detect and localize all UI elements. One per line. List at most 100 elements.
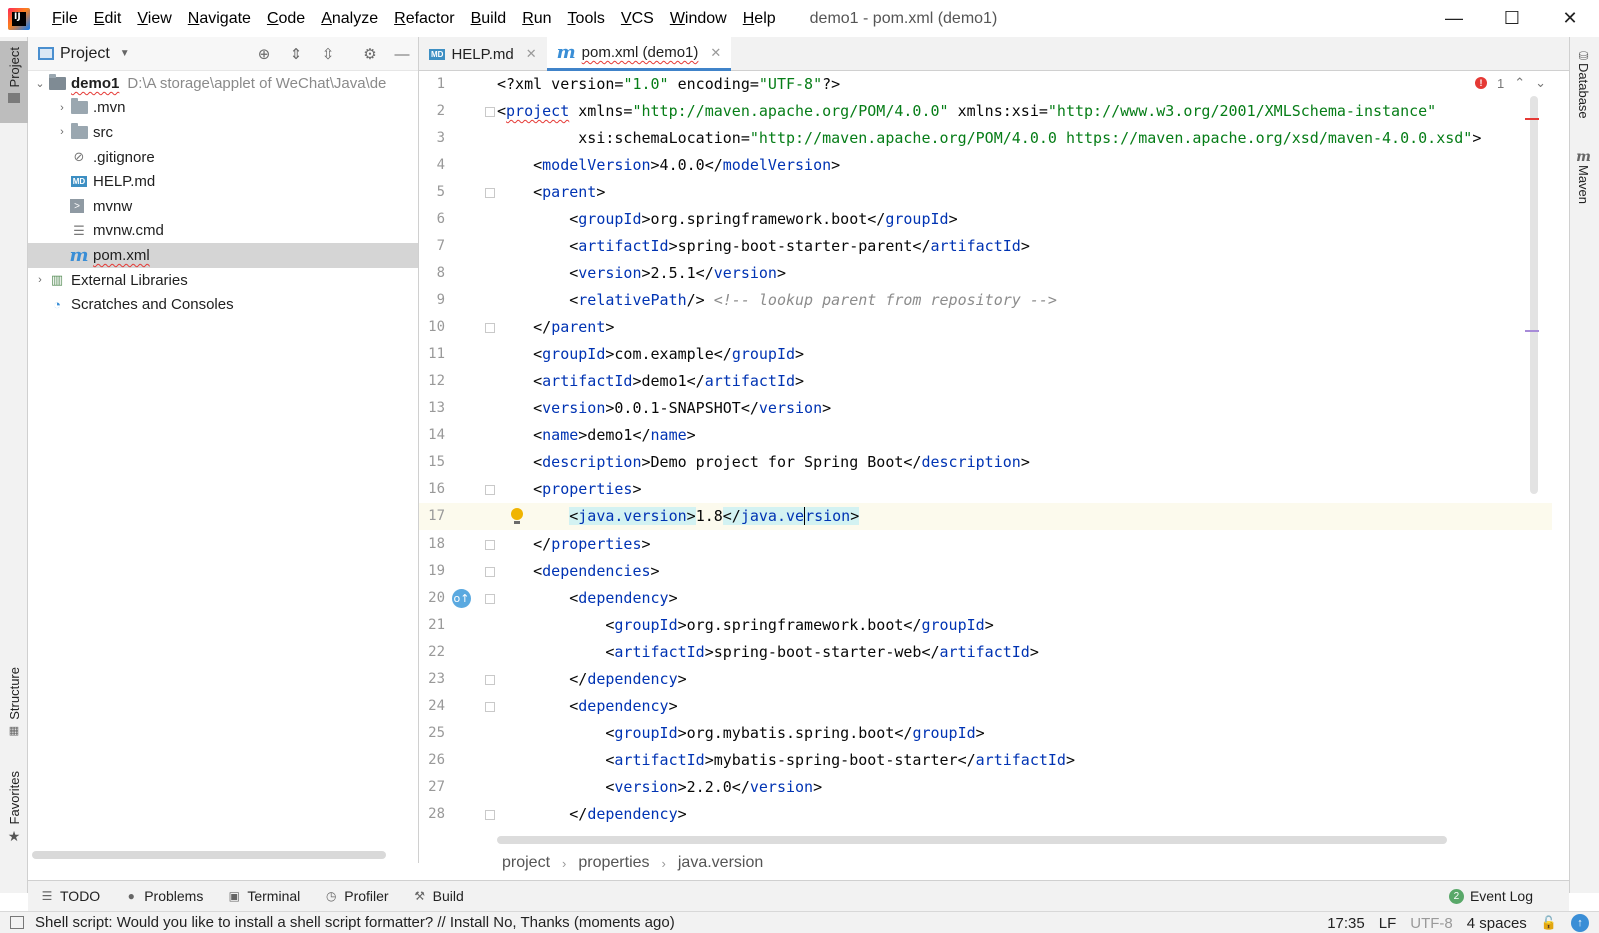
close-button[interactable]: ✕: [1541, 0, 1599, 37]
maven-tool-tab[interactable]: m Maven: [1576, 149, 1591, 204]
expand-all-icon[interactable]: ⇕: [286, 44, 306, 64]
code-line[interactable]: 10 </parent>: [419, 314, 1552, 341]
chevron-down-icon[interactable]: ▼: [120, 48, 130, 59]
code-line[interactable]: 18 </properties>: [419, 531, 1552, 558]
todo-tool-button[interactable]: ☰ TODO: [28, 888, 112, 904]
code-line[interactable]: 1 <?xml version="1.0" encoding="UTF-8"?>: [419, 71, 1552, 98]
tree-item-mvnw[interactable]: > mvnw: [28, 194, 418, 219]
code-line[interactable]: 26 <artifactId>mybatis-spring-boot-start…: [419, 747, 1552, 774]
status-message[interactable]: Shell script: Would you like to install …: [35, 914, 675, 931]
update-icon[interactable]: ↑: [1571, 914, 1589, 932]
toggle-tool-windows-icon[interactable]: [10, 916, 24, 929]
menu-run[interactable]: Run: [514, 0, 559, 37]
line-number[interactable]: 25: [419, 720, 445, 747]
profiler-tool-button[interactable]: ◷ Profiler: [312, 888, 400, 904]
line-number[interactable]: 1: [419, 71, 445, 98]
indent-setting[interactable]: 4 spaces: [1467, 915, 1527, 932]
line-number[interactable]: 14: [419, 422, 445, 449]
editor-horizontal-scrollbar[interactable]: [497, 836, 1447, 844]
tree-item-demo1[interactable]: ⌄ demo1 D:\A storage\applet of WeChat\Ja…: [28, 71, 418, 96]
collapse-all-icon[interactable]: ⇳: [318, 44, 338, 64]
caret-position[interactable]: 17:35: [1327, 915, 1365, 932]
code-line[interactable]: 12 <artifactId>demo1</artifactId>: [419, 368, 1552, 395]
locate-icon[interactable]: ⊕: [254, 44, 274, 64]
line-number[interactable]: 9: [419, 287, 445, 314]
menu-window[interactable]: Window: [662, 0, 735, 37]
project-tool-tab[interactable]: Project: [0, 41, 28, 123]
tab-help-md[interactable]: MD HELP.md ✕: [419, 37, 547, 71]
fold-marker-icon[interactable]: [485, 485, 495, 496]
code-line[interactable]: 4 <modelVersion>4.0.0</modelVersion>: [419, 152, 1552, 179]
code-line[interactable]: 24 <dependency>: [419, 693, 1552, 720]
fold-marker-icon[interactable]: [485, 107, 495, 118]
line-number[interactable]: 28: [419, 801, 445, 828]
line-number[interactable]: 20: [419, 585, 445, 612]
caret-stripe-marker[interactable]: [1525, 330, 1539, 332]
tree-item-external-libraries[interactable]: › ▥ External Libraries: [28, 268, 418, 293]
menu-navigate[interactable]: Navigate: [180, 0, 259, 37]
line-number[interactable]: 13: [419, 395, 445, 422]
line-number[interactable]: 10: [419, 314, 445, 341]
overridden-dependency-icon[interactable]: o↑: [452, 588, 471, 608]
fold-marker-icon[interactable]: [485, 809, 495, 820]
gear-icon[interactable]: ⚙: [360, 44, 380, 64]
tree-item-src[interactable]: › src: [28, 120, 418, 145]
maximize-button[interactable]: ☐: [1483, 0, 1541, 37]
line-number[interactable]: 17: [419, 503, 445, 530]
error-stripe-marker[interactable]: [1525, 118, 1539, 120]
fold-marker-icon[interactable]: [485, 566, 495, 577]
breadcrumb-item-properties[interactable]: properties: [578, 854, 649, 872]
breadcrumb-item-java-version[interactable]: java.version: [678, 854, 763, 872]
line-number[interactable]: 21: [419, 612, 445, 639]
breadcrumb-item-project[interactable]: project: [502, 854, 550, 872]
line-number[interactable]: 15: [419, 449, 445, 476]
line-number[interactable]: 26: [419, 747, 445, 774]
code-line[interactable]: 2 <project xmlns="http://maven.apache.org…: [419, 98, 1552, 125]
fold-marker-icon[interactable]: [485, 701, 495, 712]
tab-pom-xml[interactable]: m pom.xml (demo1) ✕: [546, 37, 732, 71]
menu-edit[interactable]: Edit: [86, 0, 130, 37]
line-number[interactable]: 6: [419, 206, 445, 233]
line-number[interactable]: 7: [419, 233, 445, 260]
code-line[interactable]: 23 </dependency>: [419, 666, 1552, 693]
line-number[interactable]: 3: [419, 125, 445, 152]
line-number[interactable]: 5: [419, 179, 445, 206]
menu-help[interactable]: Help: [735, 0, 784, 37]
menu-file[interactable]: File: [44, 0, 86, 37]
file-encoding[interactable]: UTF-8: [1410, 915, 1453, 932]
terminal-tool-button[interactable]: ▣ Terminal: [215, 888, 312, 904]
code-line[interactable]: 6 <groupId>org.springframework.boot</gro…: [419, 206, 1552, 233]
line-number[interactable]: 19: [419, 558, 445, 585]
line-number[interactable]: 23: [419, 666, 445, 693]
chevron-right-icon[interactable]: ›: [32, 274, 48, 286]
lock-icon[interactable]: 🔓: [1541, 915, 1557, 931]
tree-item-pom-xml[interactable]: m pom.xml: [28, 243, 418, 268]
fold-marker-icon[interactable]: [485, 593, 495, 604]
menu-build[interactable]: Build: [463, 0, 515, 37]
code-line[interactable]: 20 o↑ <dependency>: [419, 585, 1552, 612]
line-separator[interactable]: LF: [1379, 915, 1397, 932]
code-line[interactable]: 16 <properties>: [419, 476, 1552, 503]
line-number[interactable]: 24: [419, 693, 445, 720]
tree-item-mvnw-cmd[interactable]: ☰ mvnw.cmd: [28, 219, 418, 244]
tree-item-mvn[interactable]: › .mvn: [28, 96, 418, 121]
line-number[interactable]: 27: [419, 774, 445, 801]
fold-marker-icon[interactable]: [485, 674, 495, 685]
code-line[interactable]: 25 <groupId>org.mybatis.spring.boot</gro…: [419, 720, 1552, 747]
code-line[interactable]: 27 <version>2.2.0</version>: [419, 774, 1552, 801]
line-number[interactable]: 11: [419, 341, 445, 368]
code-line[interactable]: 19 <dependencies>: [419, 558, 1552, 585]
hide-panel-icon[interactable]: —: [392, 44, 412, 64]
code-line[interactable]: 14 <name>demo1</name>: [419, 422, 1552, 449]
code-line[interactable]: 17 <java.version>1.8</java.version>: [419, 503, 1552, 531]
menu-view[interactable]: View: [129, 0, 179, 37]
line-number[interactable]: 12: [419, 368, 445, 395]
menu-code[interactable]: Code: [259, 0, 313, 37]
line-number[interactable]: 4: [419, 152, 445, 179]
code-line[interactable]: 28 </dependency>: [419, 801, 1552, 828]
code-line[interactable]: 22 <artifactId>spring-boot-starter-web</…: [419, 639, 1552, 666]
menu-tools[interactable]: Tools: [560, 0, 613, 37]
code-line[interactable]: 13 <version>0.0.1-SNAPSHOT</version>: [419, 395, 1552, 422]
fold-marker-icon[interactable]: [485, 539, 495, 550]
line-number[interactable]: 2: [419, 98, 445, 125]
